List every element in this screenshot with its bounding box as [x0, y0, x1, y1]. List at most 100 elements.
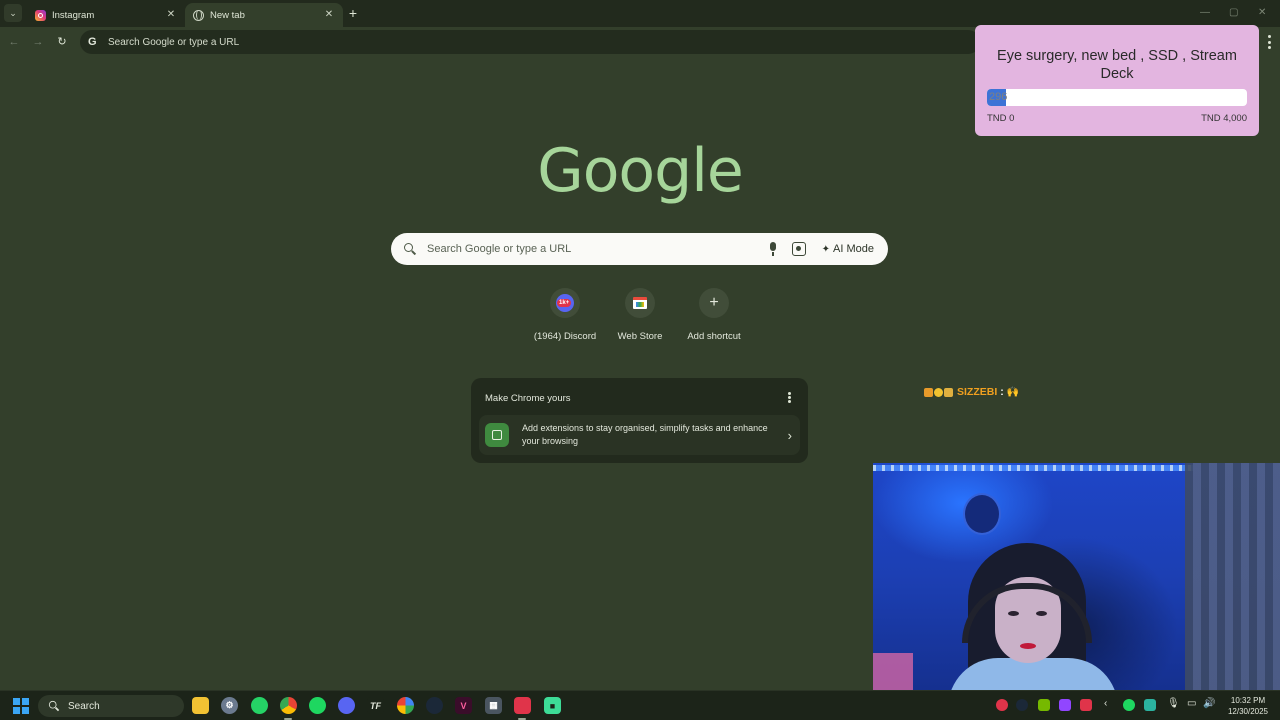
- back-button[interactable]: ←: [7, 35, 21, 49]
- goal-current-value: 296: [989, 91, 1008, 103]
- chat-message-text: 🙌: [1006, 386, 1020, 398]
- chrome-icon[interactable]: [280, 697, 297, 714]
- goal-title: Eye surgery, new bed , SSD , Stream Deck: [997, 48, 1237, 82]
- tf-icon[interactable]: TF: [367, 697, 384, 714]
- clock-time: 10:32 PM: [1230, 696, 1266, 705]
- search-placeholder: Search Google or type a URL: [427, 243, 572, 255]
- donation-goal-widget: Eye surgery, new bed , SSD , Stream Deck…: [975, 25, 1259, 136]
- tab-strip: ⌄ Instagram ✕ New tab ✕ + — ▢ ✕: [0, 0, 1280, 27]
- minimize-button[interactable]: —: [1200, 7, 1210, 18]
- search-icon: [48, 700, 60, 712]
- chrome-menu-button[interactable]: [1268, 35, 1272, 49]
- taskbar: Search ⚙ TF V ▦ ■ ‹ 🎙 ▭ 🔊 10:32 PM 12/30…: [0, 690, 1280, 720]
- address-bar-placeholder: Search Google or type a URL: [108, 36, 240, 48]
- volume-icon[interactable]: 🔊: [1203, 698, 1215, 709]
- paint-icon[interactable]: [514, 697, 531, 714]
- app-tray-icon[interactable]: [1080, 699, 1092, 711]
- goal-progress-bar: 296: [987, 89, 1247, 106]
- google-g-icon: G: [88, 36, 97, 48]
- extension-puzzle-icon: [485, 423, 509, 447]
- chrome-icon[interactable]: [397, 697, 414, 714]
- tray-icon[interactable]: [1144, 699, 1156, 711]
- search-icon: [403, 242, 417, 256]
- instagram-icon: [35, 9, 46, 21]
- ai-mode-label: AI Mode: [833, 243, 874, 255]
- goal-min-label: TND 0: [987, 113, 1015, 124]
- badge-icon: [944, 387, 953, 397]
- close-icon[interactable]: ✕: [165, 9, 177, 21]
- ntp-search-box[interactable]: Search Google or type a URL ✦ AI Mode: [391, 233, 888, 265]
- system-clock[interactable]: 10:32 PM 12/30/2025: [1222, 695, 1274, 717]
- badge-icon: [934, 387, 943, 397]
- ai-mode-button[interactable]: ✦ AI Mode: [818, 243, 878, 255]
- customize-chrome-card: Make Chrome yours Add extensions to stay…: [471, 378, 808, 463]
- network-icon[interactable]: ▭: [1187, 698, 1196, 709]
- forward-button[interactable]: →: [31, 35, 45, 49]
- plus-icon: +: [709, 294, 719, 311]
- tab-new-tab[interactable]: New tab ✕: [185, 3, 343, 27]
- taskbar-search-label: Search: [68, 700, 100, 712]
- wall-mirror: [963, 493, 1001, 535]
- discord-icon: 1k+: [556, 294, 574, 312]
- card-menu-button[interactable]: [788, 392, 791, 403]
- record-icon[interactable]: [996, 699, 1008, 711]
- shortcut-tile: [625, 288, 655, 318]
- curtain: [1185, 463, 1280, 690]
- shortcut-tile: +: [699, 288, 729, 318]
- taskbar-search[interactable]: Search: [38, 695, 184, 717]
- chat-username: SIZZEBI: [957, 386, 998, 398]
- window-close-button[interactable]: ✕: [1258, 7, 1266, 18]
- tab-search-button[interactable]: ⌄: [4, 4, 22, 22]
- web-store-icon: [633, 297, 647, 309]
- chevron-right-icon: ›: [787, 427, 792, 443]
- chat-separator: :: [1000, 386, 1004, 398]
- whatsapp-icon[interactable]: [251, 697, 268, 714]
- notification-badge: 1k+: [557, 299, 572, 307]
- chat-badges: [924, 387, 953, 397]
- suggestion-text: Add extensions to stay organised, simpli…: [522, 423, 768, 446]
- desk-object: [873, 653, 913, 690]
- spotify-icon[interactable]: [309, 697, 326, 714]
- maximize-button[interactable]: ▢: [1229, 7, 1238, 18]
- chevron-down-icon: ⌄: [9, 7, 17, 18]
- reload-button[interactable]: ↻: [55, 35, 69, 49]
- new-tab-button[interactable]: +: [346, 6, 360, 20]
- nvidia-icon[interactable]: [1038, 699, 1050, 711]
- shortcut-label: (1964) Discord: [533, 331, 597, 342]
- windows-start-button[interactable]: [13, 698, 29, 714]
- extensions-suggestion[interactable]: Add extensions to stay organised, simpli…: [479, 415, 800, 455]
- file-explorer-icon[interactable]: [192, 697, 209, 714]
- shortcut-tile: 1k+: [550, 288, 580, 318]
- tab-title: Instagram: [52, 9, 95, 21]
- discord-icon[interactable]: [338, 697, 355, 714]
- twitch-icon[interactable]: [1059, 699, 1071, 711]
- microphone-icon[interactable]: 🎙: [1167, 698, 1180, 709]
- lips: [1020, 643, 1036, 649]
- spotify-tray-icon[interactable]: [1123, 699, 1135, 711]
- webcam-feed: [873, 463, 1280, 690]
- shortcut-discord[interactable]: 1k+ (1964) Discord: [522, 288, 608, 342]
- app-icon[interactable]: V: [455, 697, 472, 714]
- address-bar[interactable]: G Search Google or type a URL: [80, 30, 980, 54]
- steam-icon[interactable]: [426, 697, 443, 714]
- streamer: [948, 543, 1158, 690]
- calculator-icon[interactable]: ▦: [485, 697, 502, 714]
- tab-instagram[interactable]: Instagram ✕: [27, 3, 185, 27]
- shortcut-label: Add shortcut: [687, 331, 741, 342]
- chevron-left-icon[interactable]: ‹: [1104, 698, 1107, 709]
- settings-icon[interactable]: ⚙: [221, 697, 238, 714]
- google-lens-icon[interactable]: [791, 242, 806, 256]
- microphone-icon[interactable]: [768, 242, 778, 256]
- terminal-icon[interactable]: ■: [544, 697, 561, 714]
- google-logo: Google: [537, 136, 744, 206]
- goal-max-label: TND 4,000: [1201, 113, 1247, 124]
- shortcut-add[interactable]: + Add shortcut: [671, 288, 757, 342]
- tab-title: New tab: [210, 9, 245, 21]
- ai-sparkle-icon: ✦: [821, 243, 831, 255]
- badge-icon: [924, 387, 933, 397]
- close-icon[interactable]: ✕: [323, 9, 335, 21]
- card-title: Make Chrome yours: [485, 393, 571, 404]
- globe-icon: [193, 9, 204, 21]
- steam-tray-icon[interactable]: [1016, 699, 1028, 711]
- clock-date: 12/30/2025: [1227, 707, 1269, 716]
